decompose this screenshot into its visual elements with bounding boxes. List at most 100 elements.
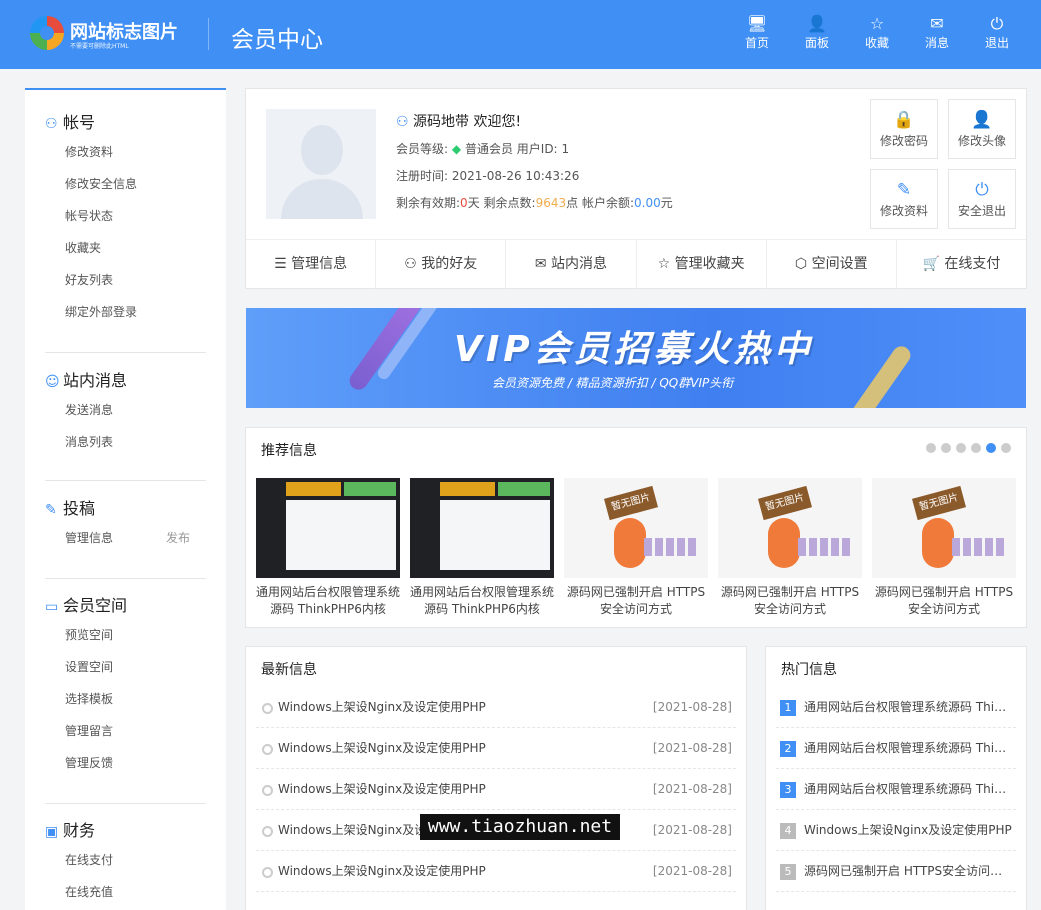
news-date: [2021-08-28] [652, 864, 732, 878]
quick-button-3[interactable]: ⏻ 安全退出 [948, 169, 1016, 229]
reg-label: 注册时间: [396, 169, 449, 183]
sidebar-link[interactable]: 管理反馈 [45, 747, 205, 779]
welcome-text: 源码地带 欢迎您! [413, 114, 522, 130]
hot-link[interactable]: 通用网站后台权限管理系统源码 Thi… [804, 782, 1006, 796]
sidebar-divider [45, 578, 206, 579]
banner-title: VIP会员招募火热中 [454, 329, 814, 370]
sidebar-link[interactable]: 选择模板 [45, 683, 205, 715]
profile-tab-1[interactable]: ⚇ 我的好友 [376, 240, 507, 289]
recommend-item[interactable]: 暂无图片源码网已强制开启 HTTPS安全访问方式 [872, 478, 1016, 618]
sidebar-group-title: ▣ 财务 [45, 818, 205, 844]
quick-button-0[interactable]: 🔒 修改密码 [870, 99, 938, 159]
news-link[interactable]: Windows上架设Nginx及设定使用PHP [278, 782, 486, 796]
carousel-dot[interactable] [986, 443, 996, 453]
sidebar-link[interactable]: 在线充值 [45, 876, 205, 908]
hot-link[interactable]: 通用网站后台权限管理系统源码 Thi… [804, 700, 1006, 714]
recommend-thumbnail[interactable] [410, 478, 554, 578]
recommend-item[interactable]: 暂无图片源码网已强制开启 HTTPS安全访问方式 [564, 478, 708, 618]
profile-tab-5[interactable]: 🛒 在线支付 [897, 240, 1026, 289]
news-date: [2021-08-28] [652, 782, 732, 796]
nav-item-1[interactable]: 👤 面板 [787, 14, 847, 51]
hot-row[interactable]: 2 通用网站后台权限管理系统源码 Thi… [776, 728, 1016, 769]
banner-decor [836, 342, 914, 408]
news-row[interactable]: Windows上架设Nginx及设定使用PHP [2021-08-28] [256, 769, 736, 810]
news-row[interactable]: Windows上架设Nginx及设定使用PHP [2021-08-28] [256, 728, 736, 769]
thumb-decor [440, 500, 550, 570]
hot-row[interactable]: 1 通用网站后台权限管理系统源码 Thi… [776, 687, 1016, 728]
sidebar-link[interactable]: 在线支付 [45, 844, 205, 876]
recommend-item[interactable]: 通用网站后台权限管理系统源码 ThinkPHP6内核 [410, 478, 554, 618]
news-link[interactable]: Windows上架设Nginx及设定使用PHP [278, 741, 486, 755]
recommend-caption[interactable]: 通用网站后台权限管理系统源码 ThinkPHP6内核 [410, 584, 554, 618]
recommend-thumbnail[interactable] [256, 478, 400, 578]
sidebar-link[interactable]: 修改安全信息 [45, 168, 205, 200]
hot-link[interactable]: 源码网已强制开启 HTTPS安全访问… [804, 864, 1002, 878]
sidebar-link[interactable]: 预览空间 [45, 619, 205, 651]
recommend-caption[interactable]: 源码网已强制开启 HTTPS安全访问方式 [718, 584, 862, 618]
sidebar-group-title: ✎ 投稿 [45, 496, 205, 522]
nav-item-2[interactable]: ☆ 收藏 [847, 14, 907, 51]
carousel-dot[interactable] [1001, 443, 1011, 453]
cart-icon: 🛒 [922, 256, 940, 272]
sidebar-link[interactable]: 修改资料 [45, 136, 205, 168]
carousel-dot[interactable] [941, 443, 951, 453]
sidebar-link[interactable]: 绑定外部登录 [45, 296, 205, 328]
rank-badge: 1 [780, 699, 796, 716]
news-date: [2021-08-28] [652, 823, 732, 837]
thumb-decor [440, 482, 495, 496]
quick-button-1[interactable]: 👤 修改头像 [948, 99, 1016, 159]
user-circle-icon: ⚇ [396, 114, 409, 130]
sidebar-link[interactable]: 设置空间 [45, 651, 205, 683]
hot-link[interactable]: 通用网站后台权限管理系统源码 Thi… [804, 741, 1006, 755]
recommend-item[interactable]: 暂无图片源码网已强制开启 HTTPS安全访问方式 [718, 478, 862, 618]
carousel-dot[interactable] [971, 443, 981, 453]
carousel-dot[interactable] [926, 443, 936, 453]
power-icon: ⏻ [990, 14, 1004, 33]
hot-row[interactable]: 3 通用网站后台权限管理系统源码 Thi… [776, 769, 1016, 810]
nav-item-4[interactable]: ⏻ 退出 [967, 14, 1027, 51]
hot-link[interactable]: Windows上架设Nginx及设定使用PHP [804, 823, 1012, 837]
remain-label: 剩余有效期: [396, 196, 461, 210]
quick-button-label: 修改资料 [879, 204, 928, 218]
profile-tab-4[interactable]: ⬡ 空间设置 [767, 240, 897, 289]
sidebar-group-3: ▭ 会员空间 预览空间 设置空间 选择模板 管理留言 管理反馈 [45, 593, 205, 779]
nav-item-3[interactable]: ✉ 消息 [907, 14, 967, 51]
hot-row[interactable]: 4 Windows上架设Nginx及设定使用PHP [776, 810, 1016, 851]
profile-tab-2[interactable]: ✉ 站内消息 [506, 240, 637, 289]
profile-tab-0[interactable]: ☰ 管理信息 [246, 240, 377, 289]
recommend-caption[interactable]: 源码网已强制开启 HTTPS安全访问方式 [564, 584, 708, 618]
sidebar-group-title: ⚇ 帐号 [45, 110, 205, 136]
news-link[interactable]: Windows上架设Nginx及设定使用PHP [278, 700, 486, 714]
banner-subtitle: 会员资源免费 / 精品资源折扣 / QQ群VIP头衔 [492, 376, 734, 390]
quick-button-2[interactable]: ✎ 修改资料 [870, 169, 938, 229]
sidebar-link[interactable]: 管理留言 [45, 715, 205, 747]
vip-banner[interactable]: VIP会员招募火热中 会员资源免费 / 精品资源折扣 / QQ群VIP头衔 [246, 308, 1026, 408]
sidebar-link[interactable]: 发送消息 [45, 394, 205, 426]
rank-badge: 2 [780, 740, 796, 757]
news-row[interactable]: Windows上架设Nginx及设定使用PHP [2021-08-28] [256, 851, 736, 892]
recommend-thumbnail[interactable]: 暂无图片 [564, 478, 708, 578]
nav-item-0[interactable]: 🖥 首页 [727, 14, 787, 51]
sidebar-link[interactable]: 消息列表 [45, 426, 205, 458]
sidebar-link[interactable]: 帐号状态 [45, 200, 205, 232]
news-link[interactable]: Windows上架设Nginx及设定使用PHP [278, 864, 486, 878]
hot-row[interactable]: 5 源码网已强制开启 HTTPS安全访问… [776, 851, 1016, 892]
carousel-dot[interactable] [956, 443, 966, 453]
recommend-caption[interactable]: 源码网已强制开启 HTTPS安全访问方式 [872, 584, 1016, 618]
recommend-caption[interactable]: 通用网站后台权限管理系统源码 ThinkPHP6内核 [256, 584, 400, 618]
recommend-thumbnail[interactable]: 暂无图片 [872, 478, 1016, 578]
sidebar-link[interactable]: 好友列表 [45, 264, 205, 296]
sidebar-link[interactable]: 收藏夹 [45, 232, 205, 264]
reg-line: 注册时间: 2021-08-26 10:43:26 [396, 163, 673, 190]
site-logo[interactable]: 网站标志图片 不需要可删除此HTML [30, 16, 200, 56]
points-value: 9643 [535, 196, 567, 210]
cube-icon: ⬡ [794, 256, 808, 272]
profile-tab-3[interactable]: ☆ 管理收藏夹 [637, 240, 767, 289]
avatar[interactable] [266, 109, 376, 219]
news-row[interactable]: Windows上架设Nginx及设定使用PHP [2021-08-28] [256, 687, 736, 728]
recommend-item[interactable]: 通用网站后台权限管理系统源码 ThinkPHP6内核 [256, 478, 400, 618]
publish-link[interactable]: 发布 [166, 522, 190, 554]
recommend-thumbnail[interactable]: 暂无图片 [718, 478, 862, 578]
sidebar-link[interactable]: 管理信息 发布 [45, 522, 205, 554]
sidebar-divider [45, 803, 206, 804]
